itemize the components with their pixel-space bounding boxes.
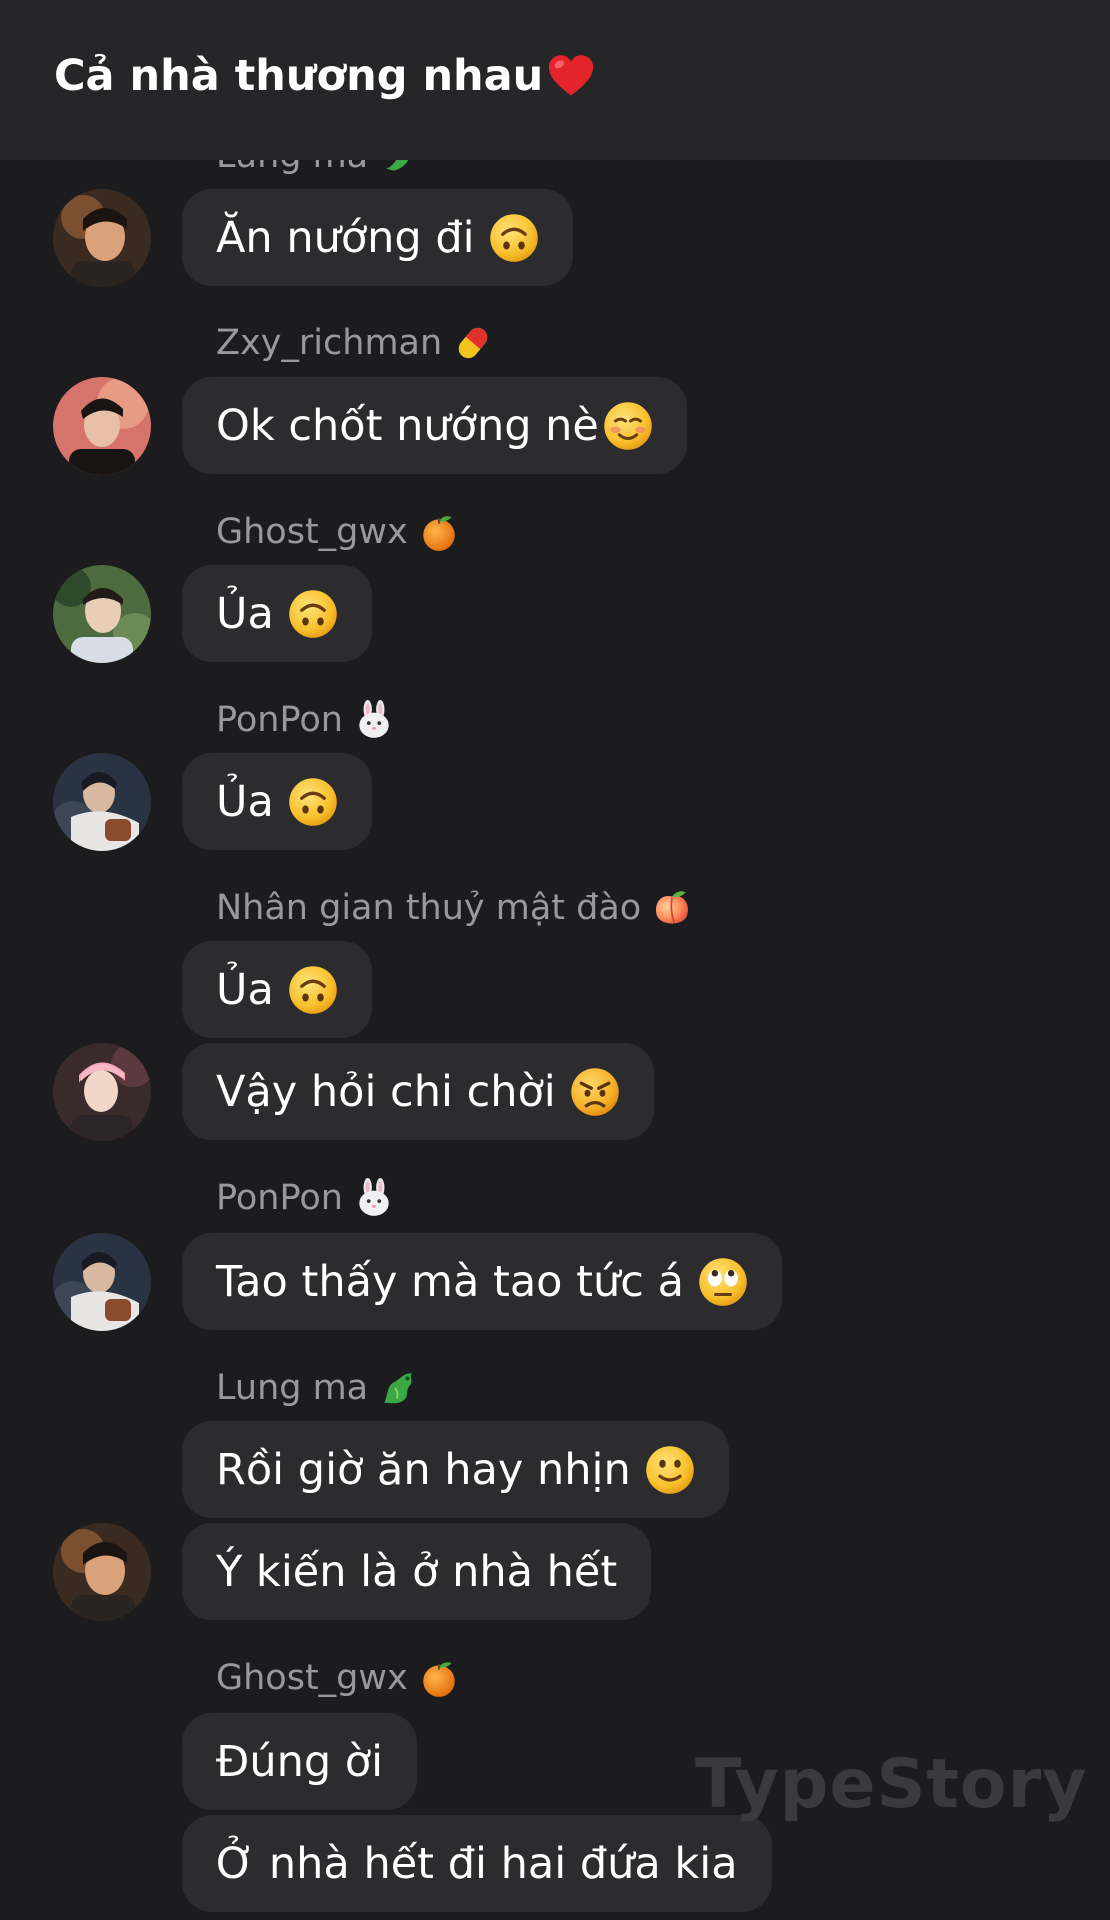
sender-name: PonPon bbox=[216, 1174, 395, 1222]
red-heart-icon bbox=[549, 55, 594, 96]
message-bubble[interactable]: Ok chốt nướng nè bbox=[182, 377, 687, 474]
message-bubble[interactable]: Ủa bbox=[182, 753, 372, 850]
avatar-zxy-richman[interactable] bbox=[53, 377, 151, 475]
watermark: TypeStory bbox=[695, 1745, 1088, 1824]
upside-down-face-icon bbox=[489, 213, 538, 262]
dragon-icon bbox=[384, 1373, 412, 1404]
tangerine-icon bbox=[422, 1662, 455, 1697]
sender-name: Ghost_gwx bbox=[216, 508, 460, 556]
message-bubble[interactable]: Đúng ời bbox=[182, 1713, 418, 1810]
avatar-nhan-gian-thuy-mat-dao[interactable] bbox=[53, 1043, 151, 1141]
message-bubble[interactable]: Ý kiến là ở nhà hết bbox=[182, 1523, 652, 1620]
sender-name: Nhân gian thuỷ mật đào bbox=[216, 884, 693, 932]
tangerine-icon bbox=[422, 516, 455, 551]
sender-name: Ghost_gwx bbox=[216, 1654, 460, 1702]
message-bubble[interactable]: Ủa bbox=[182, 565, 372, 662]
chat-title-text: Cả nhà thương nhau bbox=[54, 51, 544, 101]
angry-face-icon bbox=[570, 1067, 619, 1116]
avatar-ponpon[interactable] bbox=[53, 1233, 151, 1331]
rabbit-face-icon bbox=[359, 700, 389, 738]
upside-down-face-icon bbox=[289, 777, 337, 826]
message-list[interactable]: Lung ma Ăn nướng đi bbox=[0, 0, 1110, 1920]
peach-icon bbox=[656, 891, 689, 924]
chat-header: Cả nhà thương nhau bbox=[0, 0, 1110, 160]
chat-screen: Lung ma Ăn nướng đi bbox=[0, 0, 1110, 1920]
chat-title[interactable]: Cả nhà thương nhau bbox=[54, 50, 597, 102]
upside-down-face-icon bbox=[289, 965, 337, 1014]
message-bubble[interactable]: Vậy hỏi chi chời bbox=[182, 1043, 654, 1140]
message-bubble[interactable]: Ủa bbox=[182, 941, 372, 1038]
upside-down-face-icon bbox=[289, 589, 337, 638]
rabbit-face-icon bbox=[359, 1178, 389, 1216]
message-bubble[interactable]: Tao thấy mà tao tức á bbox=[182, 1233, 782, 1330]
sender-name: PonPon bbox=[216, 696, 395, 744]
pill-icon bbox=[458, 327, 488, 359]
sender-name: Lung ma bbox=[216, 1364, 420, 1412]
eye-roll-face-icon bbox=[699, 1257, 747, 1306]
message-bubble[interactable]: Ăn nướng đi bbox=[182, 189, 573, 286]
message-bubble[interactable]: Ở nhà hết đi hai đứa kia bbox=[182, 1815, 772, 1912]
avatar-ponpon[interactable] bbox=[53, 753, 151, 851]
smiling-face-icon bbox=[604, 401, 652, 450]
sender-name: Zxy_richman bbox=[216, 319, 494, 367]
avatar-lung-ma[interactable] bbox=[53, 189, 151, 287]
message-bubble[interactable]: Rồi giờ ăn hay nhịn bbox=[182, 1421, 729, 1518]
avatar-ghost-gwx[interactable] bbox=[53, 565, 151, 663]
slightly-smiling-face-icon bbox=[645, 1445, 694, 1494]
avatar-lung-ma[interactable] bbox=[53, 1523, 151, 1621]
